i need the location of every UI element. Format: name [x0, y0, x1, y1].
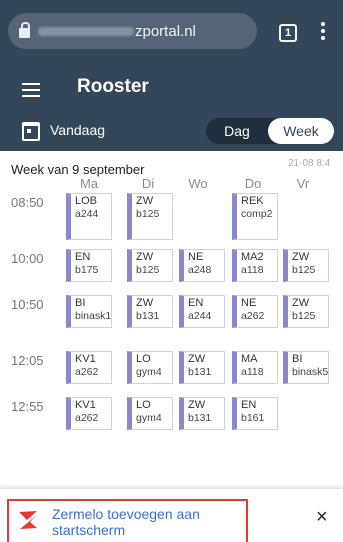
browser-bar: zportal.nl 1 — [0, 0, 343, 66]
lesson-room: b131 — [188, 412, 212, 424]
lesson-subject: ZW — [136, 251, 154, 263]
lesson-subject: LOB — [75, 195, 98, 207]
lesson-cell[interactable]: KV1 a262 — [66, 351, 112, 384]
tab-switcher-button[interactable]: 1 — [279, 24, 297, 42]
lesson-cell[interactable]: LOB a244 — [66, 193, 112, 240]
lesson-cell[interactable]: NE a248 — [179, 249, 225, 282]
lesson-room: gym4 — [136, 412, 162, 424]
lesson-cell[interactable]: MA2 a118 — [232, 249, 278, 282]
schedule-toolbar: Vandaag Dag Week — [0, 111, 343, 151]
lock-icon — [19, 22, 30, 38]
lesson-room: comp2 — [241, 208, 273, 220]
lesson-subject: EN — [241, 399, 257, 411]
day-header: Ma — [79, 176, 99, 191]
lesson-cell[interactable]: BI binask5 — [283, 351, 329, 384]
lesson-cell[interactable]: EN a244 — [179, 295, 225, 328]
lesson-subject: ZW — [292, 251, 310, 263]
day-header: Wo — [188, 176, 208, 191]
lesson-cell[interactable]: MA a118 — [232, 351, 278, 384]
lesson-room: a244 — [75, 208, 99, 220]
lesson-cell[interactable]: ZW b125 — [283, 249, 329, 282]
lesson-room: a262 — [75, 366, 99, 378]
today-button[interactable]: Vandaag — [50, 122, 105, 138]
updated-timestamp: 21-08 8:4 — [288, 158, 331, 169]
lesson-room: b131 — [188, 366, 212, 378]
lesson-room: binask1 — [75, 310, 112, 322]
week-title: Week van 9 september — [11, 162, 145, 177]
lesson-subject: BI — [292, 353, 303, 365]
lesson-room: b161 — [241, 412, 265, 424]
time-label: 12:05 — [11, 353, 44, 368]
add-to-homescreen-banner: Zermelo toevoegen aan startscherm × — [0, 489, 343, 542]
lesson-subject: ZW — [188, 399, 206, 411]
lesson-cell[interactable]: ZW b125 — [127, 249, 173, 282]
page-title: Rooster — [77, 76, 149, 97]
lesson-subject: MA — [241, 353, 258, 365]
lesson-subject: LO — [136, 399, 151, 411]
lesson-room: a262 — [75, 412, 99, 424]
lesson-room: b125 — [292, 264, 316, 276]
lesson-subject: MA2 — [241, 251, 264, 263]
lesson-room: a118 — [241, 366, 264, 378]
zermelo-logo-icon — [19, 511, 37, 529]
lesson-subject: EN — [188, 297, 204, 309]
lesson-cell[interactable]: NE a262 — [232, 295, 278, 328]
lesson-room: b131 — [136, 310, 160, 322]
calendar-icon[interactable] — [22, 122, 40, 141]
time-label: 10:00 — [11, 251, 44, 266]
lesson-room: a244 — [188, 310, 212, 322]
lesson-cell[interactable]: REK comp2 — [232, 193, 278, 240]
lesson-room: binask5 — [292, 366, 329, 378]
lesson-room: b125 — [136, 208, 160, 220]
close-icon[interactable]: × — [316, 507, 328, 527]
lesson-cell[interactable]: ZW b131 — [179, 397, 225, 430]
lesson-cell[interactable]: EN b175 — [66, 249, 112, 282]
app-bar: Rooster — [0, 66, 343, 111]
time-label: 10:50 — [11, 297, 44, 312]
lesson-subject: ZW — [136, 297, 154, 309]
lesson-subject: BI — [75, 297, 86, 309]
lesson-cell[interactable]: ZW b131 — [179, 351, 225, 384]
url-blurred-part — [38, 26, 134, 36]
lesson-cell[interactable]: ZW b125 — [127, 193, 173, 240]
lesson-cell[interactable]: KV1 a262 — [66, 397, 112, 430]
menu-icon[interactable] — [22, 83, 40, 97]
lesson-cell[interactable]: ZW b125 — [283, 295, 329, 328]
lesson-subject: KV1 — [75, 353, 96, 365]
lesson-subject: REK — [241, 195, 264, 207]
lesson-cell[interactable]: BI binask1 — [66, 295, 112, 328]
lesson-subject: ZW — [188, 353, 206, 365]
time-label: 12:55 — [11, 399, 44, 414]
lesson-cell[interactable]: EN b161 — [232, 397, 278, 430]
lesson-subject: EN — [75, 251, 91, 263]
view-toggle: Dag Week — [206, 118, 334, 144]
lesson-subject: LO — [136, 353, 151, 365]
lesson-cell[interactable]: LO gym4 — [127, 351, 173, 384]
lesson-cell[interactable]: LO gym4 — [127, 397, 173, 430]
lesson-room: a248 — [188, 264, 212, 276]
day-view-button[interactable]: Dag — [206, 118, 268, 144]
banner-message[interactable]: Zermelo toevoegen aan startscherm — [52, 506, 242, 538]
lesson-subject: ZW — [292, 297, 310, 309]
lesson-room: a118 — [241, 264, 264, 276]
lesson-subject: NE — [241, 297, 257, 309]
lesson-subject: KV1 — [75, 399, 96, 411]
lesson-room: gym4 — [136, 366, 162, 378]
lesson-cell[interactable]: ZW b131 — [127, 295, 173, 328]
lesson-room: b125 — [136, 264, 160, 276]
time-label: 08:50 — [11, 195, 44, 210]
lesson-subject: NE — [188, 251, 204, 263]
lesson-room: b175 — [75, 264, 99, 276]
lesson-room: b125 — [292, 310, 316, 322]
day-header: Vr — [296, 176, 310, 191]
lesson-room: a262 — [241, 310, 265, 322]
url-text: zportal.nl — [135, 22, 196, 40]
week-view-button[interactable]: Week — [268, 118, 334, 144]
more-options-icon[interactable] — [321, 22, 325, 42]
day-header: Di — [141, 176, 155, 191]
week-timetable: Week van 9 september 21-08 8:4 Ma Di Wo Do V… — [0, 151, 343, 489]
lesson-subject: ZW — [136, 195, 154, 207]
url-bar[interactable]: zportal.nl — [8, 13, 257, 49]
day-header: Do — [244, 176, 262, 191]
